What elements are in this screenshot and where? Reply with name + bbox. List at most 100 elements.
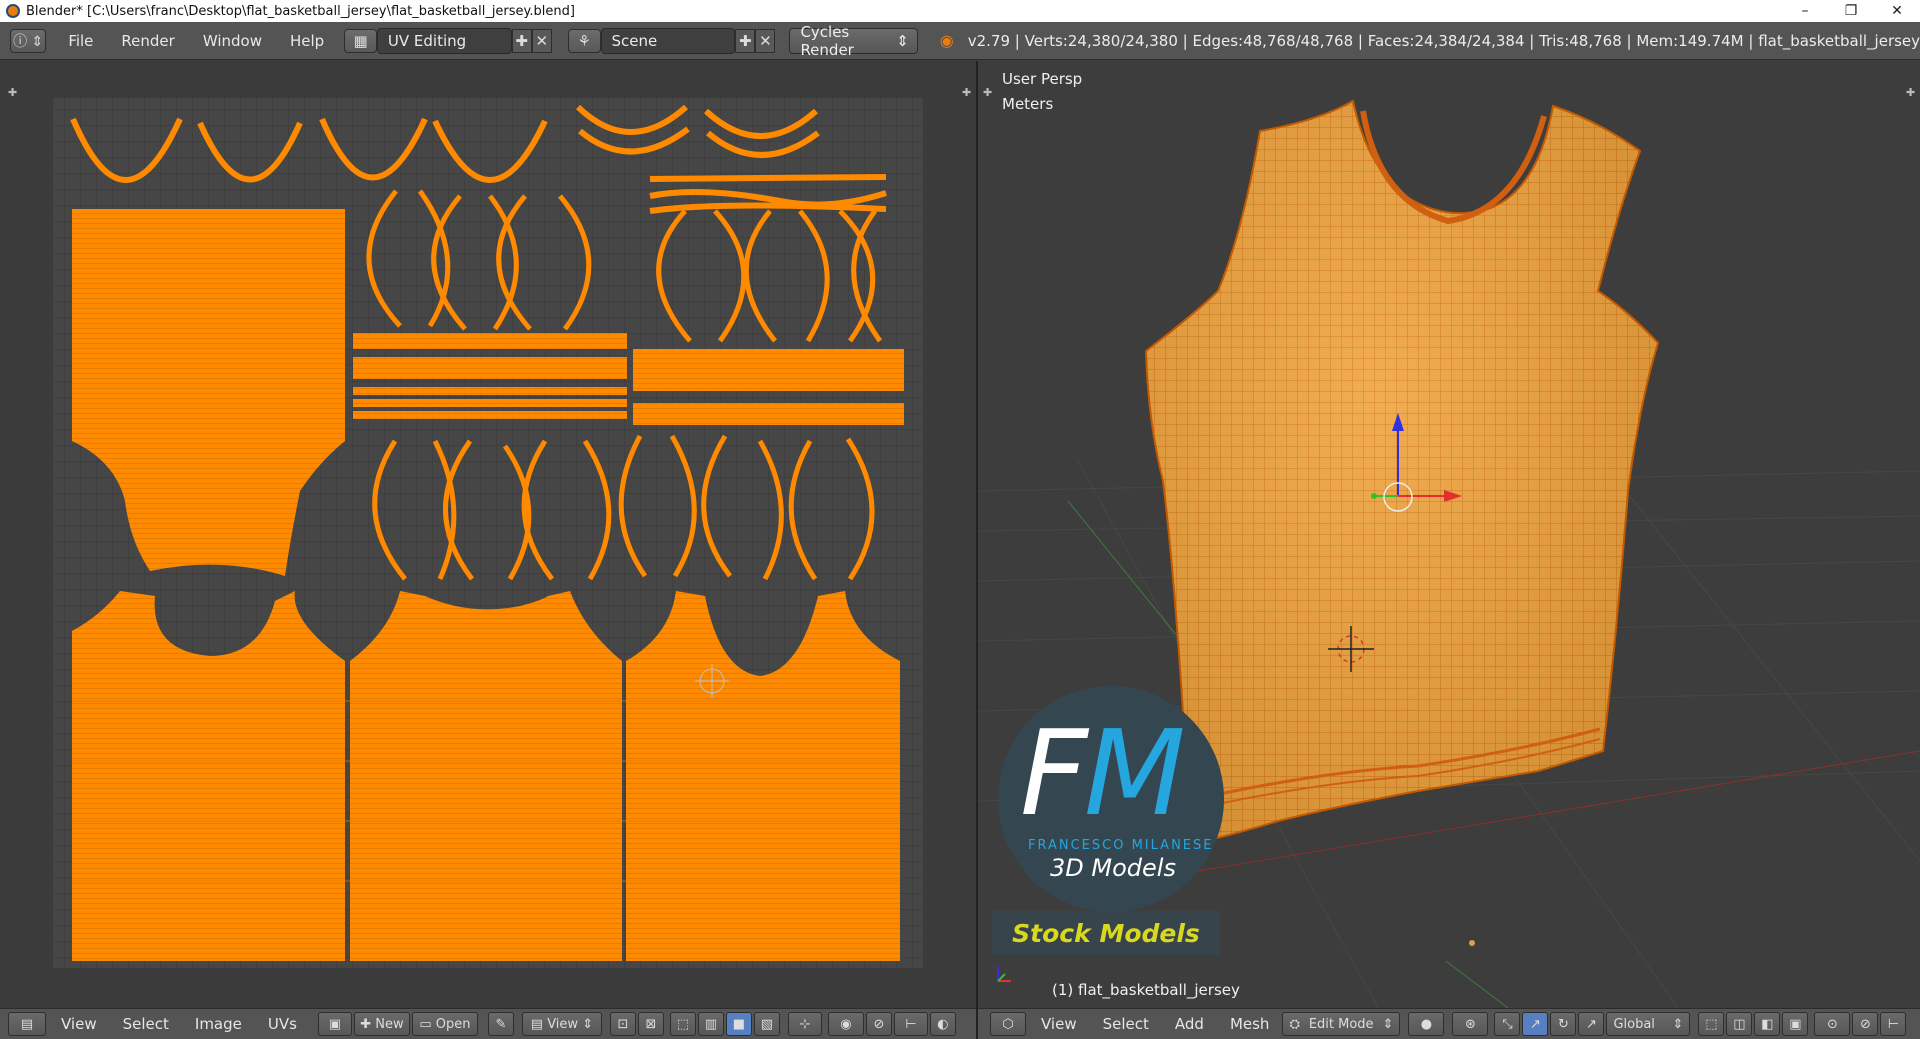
vp-menu-view[interactable]: View bbox=[1028, 1015, 1090, 1033]
logo-m: M bbox=[1083, 704, 1186, 842]
folder-icon: ▭ bbox=[419, 1016, 436, 1032]
uv-canvas[interactable]: ✚ ✚ bbox=[0, 61, 976, 1008]
info-icon: ⓘ ⇕ bbox=[13, 33, 44, 50]
scene-browse-button[interactable]: ⚘ bbox=[567, 28, 601, 53]
pin-icon[interactable]: ✎ bbox=[487, 1012, 514, 1036]
remove-scene-button[interactable]: ✕ bbox=[755, 28, 776, 53]
snap-target-icon[interactable]: ⊹ bbox=[787, 1012, 822, 1036]
render-engine-dropdown[interactable]: Cycles Render ⇕ bbox=[789, 23, 918, 59]
object-origin bbox=[1469, 940, 1475, 946]
pivot-icon[interactable]: ⊡ bbox=[609, 1012, 636, 1036]
face-select-icon[interactable]: ■ bbox=[725, 1012, 752, 1036]
stock-models-label: Stock Models bbox=[992, 911, 1220, 955]
viewport-properties-toggle-icon: ✚ bbox=[1906, 86, 1915, 99]
rotate-manipulator-icon[interactable]: ↻ bbox=[1550, 1012, 1577, 1036]
edit-mode-icon: ⛭ bbox=[1289, 1016, 1300, 1032]
uv-menu-select[interactable]: Select bbox=[110, 1015, 182, 1033]
active-object-label: (1) flat_basketball_jersey bbox=[1052, 981, 1240, 999]
image-mode-label: View bbox=[547, 1016, 579, 1032]
logo-f: F bbox=[1020, 704, 1088, 842]
island-select-icon[interactable]: ▧ bbox=[753, 1012, 780, 1036]
logo-subtitle: 3D Models bbox=[1050, 854, 1176, 882]
scene-icon: ⚘ bbox=[577, 31, 591, 50]
vp-menu-mesh[interactable]: Mesh bbox=[1217, 1015, 1283, 1033]
proportional-editing-icon[interactable]: ⊙ bbox=[1814, 1012, 1851, 1036]
watermark-logo: FM FRANCESCO MILANESE 3D Models bbox=[992, 686, 1262, 912]
minimize-button[interactable]: – bbox=[1782, 0, 1828, 22]
blender-logo-icon bbox=[6, 4, 20, 18]
vp-menu-add[interactable]: Add bbox=[1162, 1015, 1217, 1033]
window-titlebar: Blender* [C:\Users\franc\Desktop\flat_ba… bbox=[0, 0, 1920, 22]
properties-toggle-icon: ✚ bbox=[962, 86, 971, 99]
snap-toggle-icon[interactable]: ⊘ bbox=[1852, 1012, 1879, 1036]
uv-editor-header: ▤ View Select Image UVs ▣ ✚ New ▭ Open ✎… bbox=[0, 1008, 976, 1039]
interaction-mode-dropdown[interactable]: ⛭ Edit Mode ⇕ bbox=[1282, 1012, 1401, 1036]
open-image-label: Open bbox=[435, 1016, 471, 1032]
viewport-editor-type-button[interactable]: ⬡ bbox=[990, 1012, 1026, 1036]
add-layout-button[interactable]: ✚ bbox=[511, 28, 532, 53]
proportional-edit-icon[interactable]: ◉ bbox=[827, 1012, 864, 1036]
render-engine-label: Cycles Render bbox=[800, 22, 854, 59]
plus-icon: ✚ bbox=[360, 1016, 376, 1032]
open-image-button[interactable]: ▭ Open bbox=[411, 1012, 478, 1036]
edge-select-mode-icon[interactable]: ◫ bbox=[1726, 1012, 1753, 1036]
vp-menu-select[interactable]: Select bbox=[1090, 1015, 1162, 1033]
toolshelf-toggle-icon: ✚ bbox=[8, 86, 17, 99]
layout-browse-button[interactable]: ▦ bbox=[344, 28, 377, 53]
image-browse-button[interactable]: ▣ bbox=[317, 1012, 352, 1036]
menu-file[interactable]: File bbox=[54, 32, 107, 50]
viewport-toolshelf-toggle-icon: ✚ bbox=[983, 86, 992, 99]
3d-viewport[interactable]: ✚ ✚ User Persp Meters (1) flat_basketbal… bbox=[978, 61, 1920, 1008]
menu-help[interactable]: Help bbox=[276, 32, 338, 50]
uv-editor-type-button[interactable]: ▤ bbox=[8, 1012, 46, 1036]
chevron-updown-icon: ⇕ bbox=[1672, 1016, 1684, 1032]
new-image-label: New bbox=[375, 1016, 404, 1032]
edge-select-icon[interactable]: ▥ bbox=[697, 1012, 724, 1036]
viewport-shading-icon[interactable]: ● bbox=[1408, 1012, 1445, 1036]
view-perspective-label: User Persp bbox=[1002, 70, 1083, 88]
viewport-header: ⬡ View Select Add Mesh ⛭ Edit Mode ⇕ ● ⊛ ⤡… bbox=[978, 1008, 1920, 1039]
uv-image-editor[interactable]: ✚ ✚ bbox=[0, 61, 976, 1008]
logo-monogram: FM bbox=[1020, 714, 1186, 832]
new-image-button[interactable]: ✚ New bbox=[353, 1012, 410, 1036]
uv-menu-view[interactable]: View bbox=[48, 1015, 110, 1033]
add-scene-button[interactable]: ✚ bbox=[735, 28, 756, 53]
maximize-button[interactable]: ❐ bbox=[1828, 0, 1874, 22]
scale-manipulator-icon[interactable]: ↗ bbox=[1578, 1012, 1605, 1036]
manipulator-toggle-icon[interactable]: ⤡ bbox=[1494, 1012, 1521, 1036]
menu-window[interactable]: Window bbox=[189, 32, 276, 50]
translate-manipulator-icon[interactable]: ↗ bbox=[1522, 1012, 1549, 1036]
pivot-point-icon[interactable]: ⊛ bbox=[1452, 1012, 1489, 1036]
snap-element-mode-icon[interactable]: ⊢ bbox=[1880, 1012, 1907, 1036]
view-mode-icon: ▤ bbox=[530, 1016, 548, 1032]
uv-menu-image[interactable]: Image bbox=[182, 1015, 255, 1033]
logo-author-name: FRANCESCO MILANESE bbox=[1028, 838, 1214, 853]
layout-grid-icon: ▦ bbox=[353, 31, 368, 50]
snap-element-icon[interactable]: ⊢ bbox=[893, 1012, 928, 1036]
scene-statistics: v2.79 | Verts:24,380/24,380 | Edges:48,7… bbox=[967, 31, 1920, 50]
view-units-label: Meters bbox=[1002, 95, 1054, 113]
window-title: Blender* [C:\Users\franc\Desktop\flat_ba… bbox=[26, 3, 575, 19]
main-menu: File Render Window Help bbox=[54, 32, 338, 50]
remove-layout-button[interactable]: ✕ bbox=[531, 28, 552, 53]
sticky-select-icon[interactable]: ⊠ bbox=[637, 1012, 664, 1036]
info-header: ⓘ ⇕ File Render Window Help ▦ UV Editing… bbox=[0, 22, 1920, 60]
image-mode-dropdown[interactable]: ▤ View ⇕ bbox=[521, 1012, 602, 1036]
screen-layout-field[interactable]: UV Editing bbox=[376, 27, 512, 54]
transform-orientation-dropdown[interactable]: Global ⇕ bbox=[1606, 1012, 1691, 1036]
snap-icon[interactable]: ⊘ bbox=[865, 1012, 892, 1036]
occlude-geometry-icon[interactable]: ▣ bbox=[1782, 1012, 1809, 1036]
info-editor-type-button[interactable]: ⓘ ⇕ bbox=[10, 28, 47, 53]
logo-badge: FM FRANCESCO MILANESE 3D Models bbox=[998, 686, 1224, 912]
vertex-select-icon[interactable]: ⬚ bbox=[669, 1012, 696, 1036]
chevron-updown-icon: ⇕ bbox=[896, 31, 909, 50]
uv-menu-uvs[interactable]: UVs bbox=[255, 1015, 310, 1033]
close-button[interactable]: ✕ bbox=[1874, 0, 1920, 22]
face-select-mode-icon[interactable]: ◧ bbox=[1754, 1012, 1781, 1036]
vertex-select-mode-icon[interactable]: ⬚ bbox=[1698, 1012, 1725, 1036]
menu-render[interactable]: Render bbox=[107, 32, 188, 50]
scene-field[interactable]: Scene bbox=[600, 27, 736, 54]
chevron-updown-icon: ⇕ bbox=[1382, 1016, 1394, 1032]
live-unwrap-icon[interactable]: ◐ bbox=[929, 1012, 956, 1036]
chevron-updown-icon: ⇕ bbox=[578, 1016, 594, 1032]
